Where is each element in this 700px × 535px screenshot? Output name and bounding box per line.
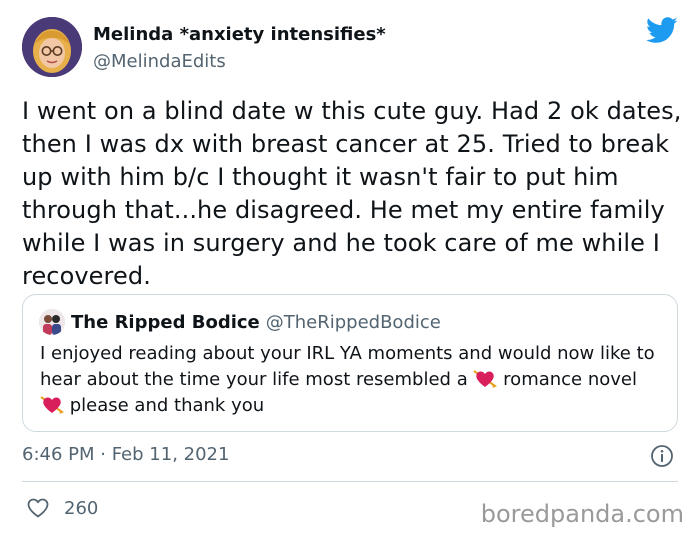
info-icon[interactable]: [650, 444, 674, 468]
two-people-avatar-icon: [39, 309, 65, 335]
like-button[interactable]: 260: [26, 496, 98, 520]
boredpanda-watermark: boredpanda.com: [480, 500, 684, 528]
quoted-display-name[interactable]: The Ripped Bodice: [71, 312, 260, 333]
quoted-tweet-header: The Ripped Bodice @TheRippedBodice: [39, 309, 441, 335]
cartoon-avatar-icon: [22, 17, 82, 77]
tweet-timestamp[interactable]: 6:46 PM · Feb 11, 2021: [22, 443, 229, 467]
tweet-card: Melinda *anxiety intensifies* @MelindaEd…: [0, 0, 700, 535]
heart-outline-icon: [27, 498, 49, 518]
heart-with-arrow-emoji-icon: [473, 370, 498, 388]
divider: [22, 481, 678, 482]
quoted-tweet[interactable]: The Ripped Bodice @TheRippedBodice I enj…: [22, 294, 678, 432]
author-block: Melinda *anxiety intensifies* @MelindaEd…: [93, 23, 386, 74]
user-handle[interactable]: @MelindaEdits: [93, 50, 386, 74]
quoted-text-part-3: please and thank you: [64, 395, 265, 416]
like-count: 260: [64, 497, 99, 519]
heart-with-arrow-emoji-icon: [40, 396, 64, 414]
quoted-user-handle[interactable]: @TheRippedBodice: [266, 312, 441, 333]
display-name[interactable]: Melinda *anxiety intensifies*: [93, 23, 386, 47]
quoted-user-avatar: [39, 309, 65, 335]
quoted-text-part-2: romance novel: [497, 369, 638, 390]
twitter-bird-icon[interactable]: [646, 17, 678, 44]
user-avatar[interactable]: [22, 17, 82, 77]
quoted-tweet-text: I enjoyed reading about your IRL YA mome…: [40, 341, 660, 419]
tweet-text: I went on a blind date w this cute guy. …: [22, 97, 682, 290]
